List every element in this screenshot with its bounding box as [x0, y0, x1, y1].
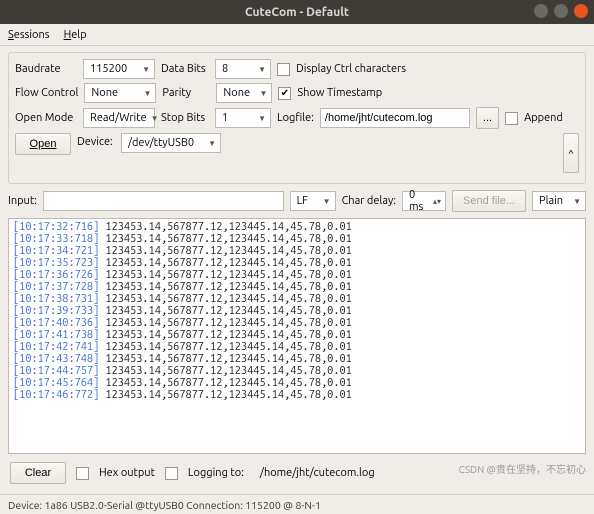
log-line: [10:17:41:738] 123453.14,567877.12,12344… — [13, 329, 581, 341]
log-line: [10:17:45:764] 123453.14,567877.12,12344… — [13, 377, 581, 389]
hex-checkbox[interactable] — [76, 467, 89, 480]
window-title: CuteCom - Default — [245, 6, 349, 19]
stopbits-select[interactable]: 1▼ — [215, 108, 271, 128]
log-line: [10:17:33:718] 123453.14,567877.12,12344… — [13, 233, 581, 245]
log-line: [10:17:34:721] 123453.14,567877.12,12344… — [13, 245, 581, 257]
openmode-label: Open Mode — [15, 112, 77, 124]
clear-button[interactable]: Clear — [10, 462, 66, 484]
chevron-down-icon: ▼ — [259, 89, 267, 98]
openmode-select[interactable]: Read/Write▼ — [83, 108, 155, 128]
status-text: Device: 1a86 USB2.0-Serial @ttyUSB0 Conn… — [8, 499, 321, 511]
parity-label: Parity — [162, 87, 210, 99]
parity-select[interactable]: None▼ — [216, 83, 272, 103]
stopbits-label: Stop Bits — [161, 112, 209, 124]
close-icon[interactable] — [574, 4, 588, 18]
log-line: [10:17:46:772] 123453.14,567877.12,12344… — [13, 389, 581, 401]
log-line: [10:17:37:728] 123453.14,567877.12,12344… — [13, 281, 581, 293]
watermark: CSDN @贵在坚持，不忘初心 — [459, 461, 586, 476]
menu-help[interactable]: Help — [64, 29, 87, 41]
open-button[interactable]: Open — [15, 133, 71, 155]
logfile-label: Logfile: — [277, 112, 314, 124]
append-label: Append — [524, 112, 563, 124]
input-label: Input: — [8, 195, 37, 207]
output-log[interactable]: [10:17:32:716] 123453.14,567877.12,12344… — [8, 218, 586, 454]
menubar: Sessions Help — [0, 24, 594, 46]
spinner-icon: ▴▾ — [433, 197, 441, 206]
log-line: [10:17:36:726] 123453.14,567877.12,12344… — [13, 269, 581, 281]
timestamp-checkbox[interactable]: ✔ — [278, 87, 291, 100]
collapse-button[interactable]: ^ — [563, 133, 579, 173]
device-select[interactable]: /dev/ttyUSB0▼ — [121, 133, 221, 153]
log-line: [10:17:44:757] 123453.14,567877.12,12344… — [13, 365, 581, 377]
minimize-icon[interactable] — [534, 4, 548, 18]
logfile-input[interactable] — [320, 108, 470, 128]
flowcontrol-select[interactable]: None▼ — [84, 83, 156, 103]
flowcontrol-label: Flow Control — [15, 87, 78, 99]
chevron-down-icon: ▼ — [208, 139, 216, 148]
displayctrl-checkbox[interactable] — [277, 63, 290, 76]
log-line: [10:17:35:723] 123453.14,567877.12,12344… — [13, 257, 581, 269]
statusbar: Device: 1a86 USB2.0-Serial @ttyUSB0 Conn… — [0, 494, 594, 514]
log-line: [10:17:38:731] 123453.14,567877.12,12344… — [13, 293, 581, 305]
input-field[interactable] — [43, 191, 284, 211]
log-line: [10:17:43:748] 123453.14,567877.12,12344… — [13, 353, 581, 365]
titlebar: CuteCom - Default — [0, 0, 594, 24]
chevron-down-icon: ▼ — [142, 65, 150, 74]
chardelay-spinner[interactable]: 0 ms▴▾ — [402, 191, 446, 211]
chevron-down-icon: ▼ — [573, 197, 581, 206]
chevron-down-icon: ▼ — [258, 114, 266, 123]
displayctrl-label: Display Ctrl characters — [296, 63, 406, 75]
settings-pane: Baudrate 115200▼ Data Bits 8▼ Display Ct… — [8, 52, 586, 184]
chevron-down-icon: ▼ — [323, 197, 331, 206]
inputmode-select[interactable]: Plain▼ — [532, 191, 586, 211]
log-line: [10:17:39:733] 123453.14,567877.12,12344… — [13, 305, 581, 317]
sendfile-button[interactable]: Send file... — [452, 190, 526, 212]
logging-path: /home/jht/cutecom.log — [260, 467, 375, 479]
databits-label: Data Bits — [161, 63, 209, 75]
timestamp-label: Show Timestamp — [297, 87, 382, 99]
logging-label: Logging to: — [188, 467, 244, 479]
chevron-down-icon: ▼ — [258, 65, 266, 74]
maximize-icon[interactable] — [554, 4, 568, 18]
append-checkbox[interactable] — [505, 112, 518, 125]
log-line: [10:17:40:736] 123453.14,567877.12,12344… — [13, 317, 581, 329]
databits-select[interactable]: 8▼ — [215, 59, 271, 79]
chevron-down-icon: ▼ — [151, 114, 159, 123]
chevron-down-icon: ▼ — [143, 89, 151, 98]
logfile-browse-button[interactable]: ... — [476, 107, 499, 129]
menu-sessions[interactable]: Sessions — [8, 29, 50, 41]
baudrate-label: Baudrate — [15, 63, 77, 75]
lineend-select[interactable]: LF▼ — [290, 191, 336, 211]
log-line: [10:17:32:716] 123453.14,567877.12,12344… — [13, 221, 581, 233]
logging-checkbox[interactable] — [165, 467, 178, 480]
device-label: Device: — [77, 133, 115, 148]
chardelay-label: Char delay: — [342, 195, 396, 207]
baudrate-select[interactable]: 115200▼ — [83, 59, 155, 79]
hex-label: Hex output — [99, 467, 155, 479]
log-line: [10:17:42:741] 123453.14,567877.12,12344… — [13, 341, 581, 353]
